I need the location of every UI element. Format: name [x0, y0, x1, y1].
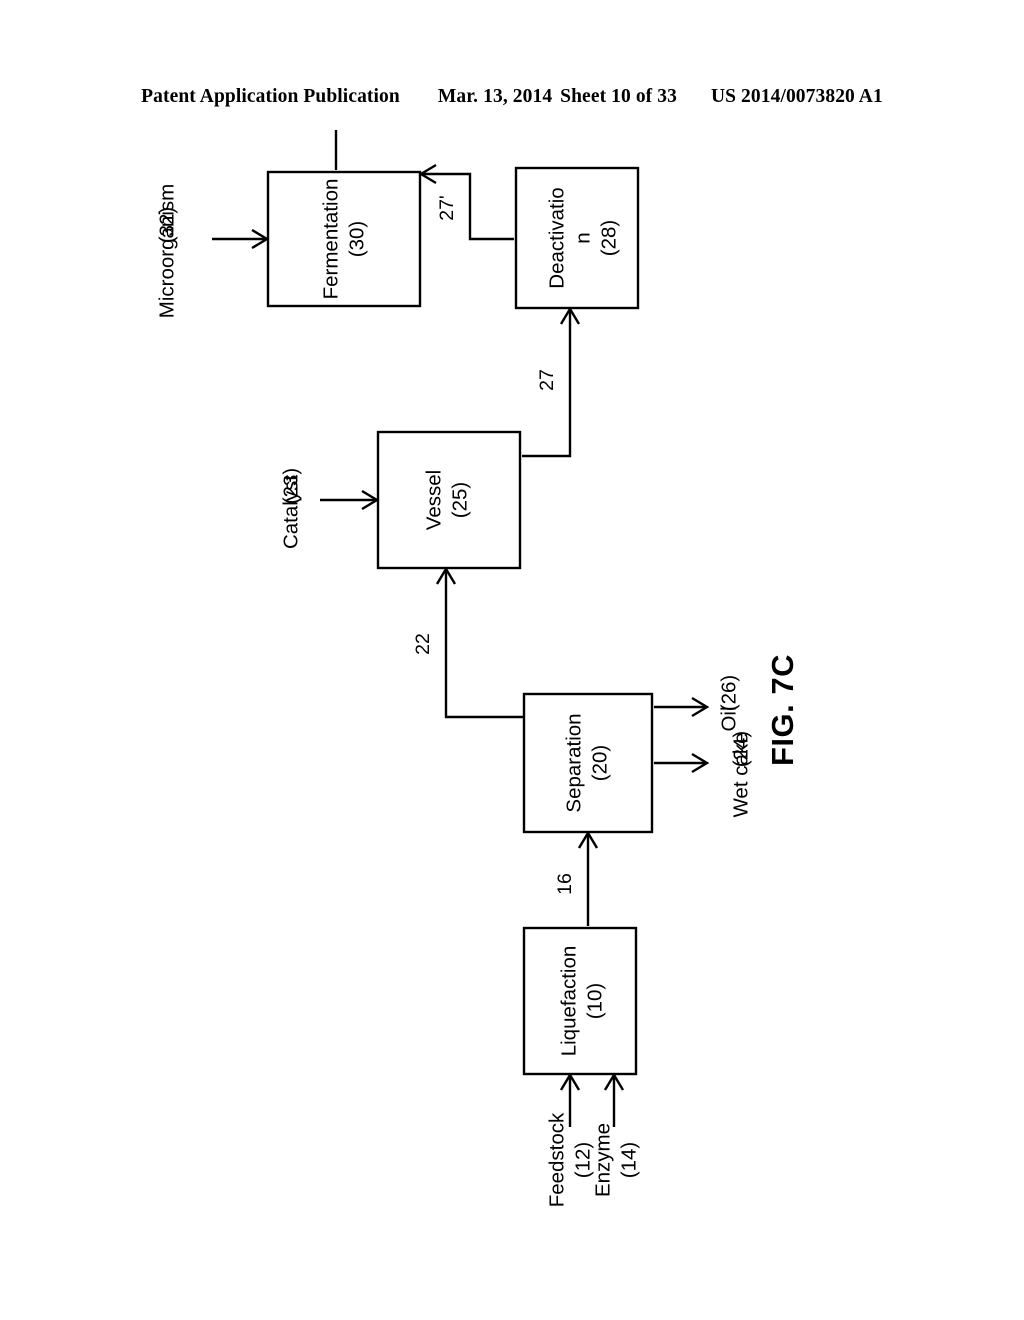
figure-caption: FIG. 7C [765, 654, 800, 766]
box-separation-line-1: (20) [588, 745, 611, 781]
input-enzyme-line-1: (14) [617, 1142, 640, 1178]
input-enzyme-line-0: Enzyme [591, 1123, 614, 1197]
stream-27-prime-label: 27' [436, 195, 458, 220]
input-feedstock-line-0: Feedstock [545, 1112, 568, 1207]
box-fermentation-line-1: (30) [345, 221, 368, 257]
input-microorganism-line-1: (32) [155, 207, 178, 243]
patent-number: US 2014/0073820 A1 [710, 86, 883, 107]
box-fermentation: Fermentation (30) [266, 170, 422, 308]
stream-27: 27 [522, 306, 581, 458]
figure-7c: Liquefaction (10) Separation (20) Vessel… [0, 130, 1024, 1320]
stream-31: 31 [334, 130, 338, 170]
output-oil: Oil (26) [654, 675, 740, 732]
sheet-number: Sheet 10 of 33 [560, 86, 677, 107]
box-vessel: Vessel (25) [376, 430, 522, 570]
stream-16-label: 16 [554, 873, 576, 895]
input-feedstock: Feedstock (12) [545, 1072, 594, 1207]
input-microorganism: Microorganism (32) [155, 184, 270, 318]
publication-date: Mar. 13, 2014 [437, 86, 553, 107]
stream-22: 22 [412, 566, 524, 719]
input-catalyst-line-1: (23) [279, 468, 302, 504]
output-wet-cake-line-1: (24) [729, 731, 752, 767]
patent-page-header: Patent Application Publication Mar. 13, … [0, 86, 1024, 114]
box-deactivation: Deactivatio n (28) [514, 166, 640, 310]
input-microorganism-line-0: Microorganism [155, 184, 178, 318]
box-separation: Separation (20) [522, 692, 654, 834]
input-enzyme: Enzyme (14) [591, 1072, 640, 1197]
box-liquefaction-line-0: Liquefaction [557, 946, 580, 1057]
box-liquefaction: Liquefaction (10) [522, 926, 638, 1076]
figure-caption-text: FIG. 7C [765, 654, 800, 766]
stream-16: 16 [554, 830, 599, 926]
box-vessel-line-1: (25) [448, 482, 471, 518]
input-catalyst: Catalyst (23) [279, 468, 380, 549]
box-deactivation-line-1: n [571, 232, 594, 243]
box-deactivation-line-0: Deactivatio [545, 187, 568, 288]
box-deactivation-line-2: (28) [597, 220, 620, 256]
stream-22-label: 22 [412, 633, 434, 655]
box-vessel-line-0: Vessel [422, 470, 445, 530]
box-fermentation-line-0: Fermentation [319, 179, 342, 300]
box-separation-line-0: Separation [562, 713, 585, 812]
stream-27-prime: 27' [418, 163, 514, 241]
box-liquefaction-line-1: (10) [583, 983, 606, 1019]
output-oil-line-1: (26) [717, 675, 740, 711]
output-wet-cake: Wet cake (24) [654, 731, 752, 818]
publication-label: Patent Application Publication [141, 86, 400, 107]
stream-27-label: 27 [536, 369, 558, 391]
